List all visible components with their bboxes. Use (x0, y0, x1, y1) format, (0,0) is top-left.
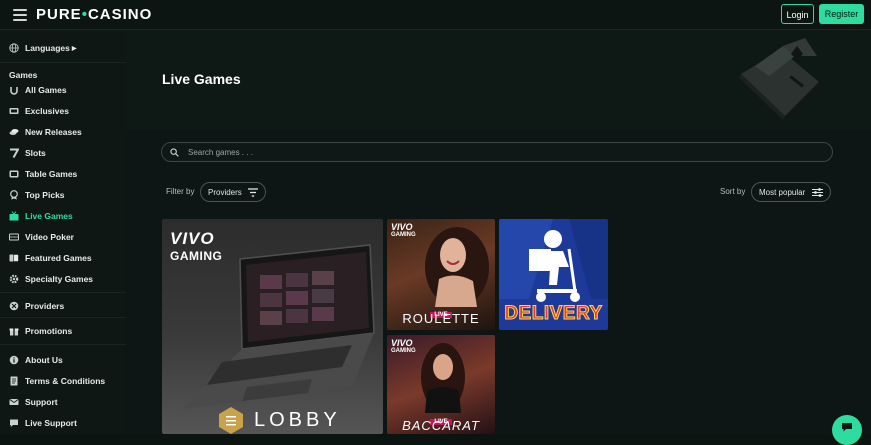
sidebar-item-featured-games[interactable]: Featured Games (9, 251, 92, 265)
sidebar-divider (0, 344, 126, 345)
support-icon (9, 399, 19, 405)
vivo-brand: VIVO (391, 338, 413, 348)
sidebar-item-providers[interactable]: Providers (9, 299, 64, 313)
chip-stack-icon (9, 129, 19, 135)
languages-menu[interactable]: Languages ▶ (9, 41, 77, 55)
globe-icon (9, 43, 19, 53)
game-tile-delivery[interactable]: DELIVERY (499, 219, 608, 330)
game-tile-live-baccarat[interactable]: VIVO GAMING LIVE BACCARAT (387, 335, 495, 434)
sidebar-item-about-us[interactable]: About Us (9, 353, 63, 367)
gift-icon (9, 328, 19, 336)
sidebar-item-live-games[interactable]: Live Games (9, 209, 73, 223)
games-heading: Games (9, 70, 38, 80)
game-tile-vivo-lobby[interactable]: VIVO GAMING LOBBY (162, 219, 383, 434)
sidebar-divider (0, 62, 126, 63)
roulette-label: ROULETTE (402, 311, 480, 326)
ticket-icon (9, 108, 19, 114)
lobby-logo-icon (219, 407, 243, 434)
sidebar-divider (0, 317, 126, 318)
gaming-brand: GAMING (391, 348, 416, 354)
chat-bubble-icon (842, 423, 852, 432)
caret-right-icon: ▶ (71, 45, 77, 52)
sidebar-item-top-picks[interactable]: Top Picks (9, 188, 65, 202)
game-tile-live-roulette[interactable]: VIVO GAMING LIVE ROULETTE (387, 219, 495, 330)
logo[interactable]: PURE•CASINO (36, 6, 152, 23)
providers-filter-button[interactable]: Providers (200, 182, 266, 202)
chat-icon (10, 419, 18, 427)
vivo-brand: VIVO (391, 222, 413, 232)
sidebar-item-support[interactable]: Support (9, 395, 58, 409)
dealer-portrait (425, 227, 489, 307)
table-icon (9, 170, 19, 178)
trophy-icon (10, 190, 18, 200)
baccarat-label: BACCARAT (402, 418, 480, 433)
live-chat-button[interactable] (832, 415, 862, 445)
top-bar: PURE•CASINO Login Register (0, 0, 871, 30)
dealer-portrait (421, 343, 465, 413)
sidebar-item-slots[interactable]: Slots (9, 146, 46, 160)
delivery-label: DELIVERY (504, 303, 603, 325)
main-content: Live Games Search games . . . Filter by … (126, 30, 871, 434)
sort-label: Sort by (720, 187, 746, 196)
laptop-illustration (182, 244, 375, 409)
page-title: Live Games (162, 71, 241, 87)
search-bar[interactable]: Search games . . . (161, 142, 833, 162)
sort-dropdown[interactable]: Most popular (751, 182, 831, 202)
login-button[interactable]: Login (781, 4, 814, 24)
hero-banner: Live Games (126, 30, 871, 130)
seven-icon (10, 148, 19, 158)
video-icon (9, 233, 19, 241)
info-icon (9, 355, 19, 365)
hamburger-menu-icon[interactable] (13, 9, 27, 21)
sidebar-item-live-support[interactable]: Live Support (9, 416, 77, 430)
sidebar-item-new-releases[interactable]: New Releases (9, 125, 82, 139)
sidebar-item-terms[interactable]: Terms & Conditions (9, 374, 105, 388)
document-icon (10, 376, 18, 386)
sliders-icon (812, 188, 823, 197)
providers-icon (9, 301, 19, 311)
live-icon (9, 211, 19, 221)
sidebar-divider (0, 292, 126, 293)
sidebar-item-exclusives[interactable]: Exclusives (9, 104, 69, 118)
sidebar-item-specialty-games[interactable]: Specialty Games (9, 272, 93, 286)
sidebar-item-promotions[interactable]: Promotions (9, 324, 72, 338)
horseshoe-icon (10, 87, 18, 95)
sidebar: Languages ▶ Games All Games Exclusives Ne… (0, 30, 126, 434)
register-button[interactable]: Register (819, 4, 864, 24)
sidebar-item-video-poker[interactable]: Video Poker (9, 230, 74, 244)
gear-icon (9, 274, 19, 284)
lobby-label: LOBBY (254, 409, 341, 431)
search-placeholder: Search games . . . (188, 148, 253, 157)
search-icon (170, 148, 179, 157)
cards-icon (9, 254, 19, 262)
sidebar-item-all-games[interactable]: All Games (9, 83, 67, 97)
gaming-brand: GAMING (391, 232, 416, 238)
sidebar-item-table-games[interactable]: Table Games (9, 167, 77, 181)
tuxedo-box-illustration (739, 38, 821, 120)
filter-label: Filter by (166, 187, 195, 196)
filter-icon (248, 188, 258, 197)
